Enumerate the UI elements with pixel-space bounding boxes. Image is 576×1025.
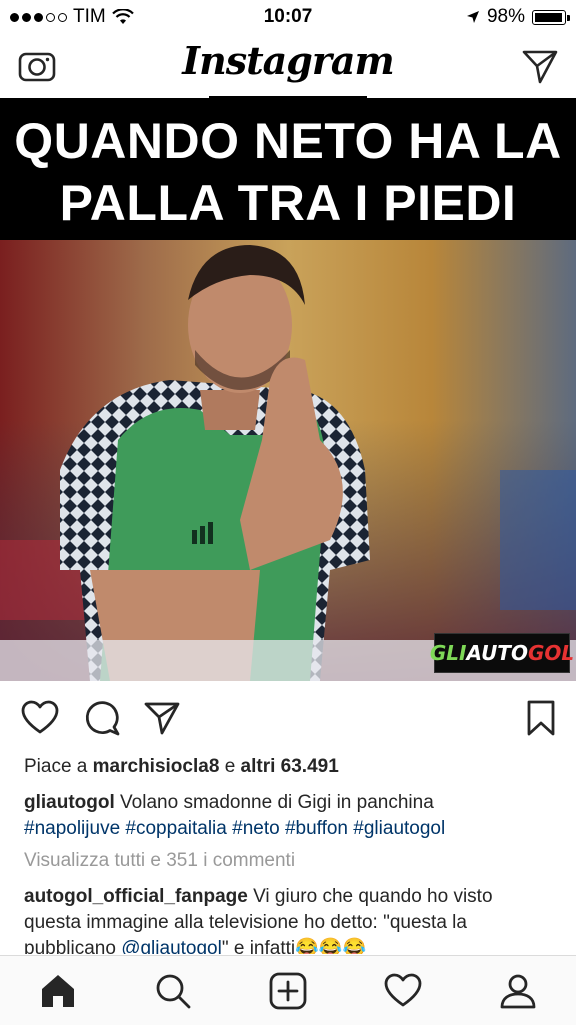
home-icon[interactable]	[39, 972, 77, 1010]
likes-summary: Piace a marchisiocla8 e altri 63.491	[24, 756, 339, 778]
post-image[interactable]: QUANDO NETO HA LA PALLA TRA I PIEDI GLI …	[0, 98, 576, 681]
likes-user-link[interactable]: marchisiocla8	[93, 756, 220, 777]
search-icon[interactable]	[154, 972, 192, 1010]
post-actions	[0, 695, 576, 741]
watermark-gol: GOL	[527, 641, 575, 665]
caption-username[interactable]: gliautogol	[24, 792, 115, 813]
hashtag-link[interactable]: #buffon	[285, 818, 348, 839]
profile-icon[interactable]	[499, 972, 537, 1010]
direct-message-icon[interactable]	[520, 46, 560, 86]
meme-caption-band: QUANDO NETO HA LA PALLA TRA I PIEDI	[0, 98, 576, 240]
watermark-gli: GLI	[429, 641, 467, 665]
likes-count-link[interactable]: altri 63.491	[241, 756, 339, 777]
bookmark-icon[interactable]	[522, 699, 560, 737]
hashtag-link[interactable]: #napolijuve	[24, 818, 120, 839]
status-right: 98%	[466, 6, 570, 28]
goalkeeper-photo	[0, 240, 576, 681]
likes-prefix: Piace a	[24, 756, 88, 777]
caption-text: Volano smadonne di Gigi in panchina	[120, 792, 434, 813]
battery-percent: 98%	[486, 6, 525, 27]
comment-username[interactable]: autogol_official_fanpage	[24, 886, 248, 907]
heart-icon[interactable]	[21, 699, 59, 737]
meme-text-line-1: QUANDO NETO HA LA	[14, 113, 562, 169]
watermark-logo: GLI AUTO GOL	[430, 633, 574, 673]
comment-icon[interactable]	[83, 699, 121, 737]
battery-icon	[532, 9, 570, 25]
post-caption: gliautogol Volano smadonne di Gigi in pa…	[24, 790, 554, 842]
view-all-comments-link[interactable]: Visualizza tutti e 351 i commenti	[24, 850, 295, 872]
status-bar: TIM 10:07 98%	[0, 0, 576, 32]
meme-text: QUANDO NETO HA LA PALLA TRA I PIEDI	[0, 110, 576, 234]
add-post-icon[interactable]	[269, 972, 307, 1010]
hashtag-link[interactable]: #gliautogol	[353, 818, 445, 839]
battery-fill	[535, 12, 563, 22]
activity-icon[interactable]	[384, 972, 422, 1010]
watermark-auto: AUTO	[466, 641, 528, 665]
tab-bar	[0, 955, 576, 1025]
hashtag-link[interactable]: #coppaitalia	[125, 818, 226, 839]
meme-text-line-2: PALLA TRA I PIEDI	[59, 175, 517, 231]
likes-conj: e	[224, 756, 236, 777]
comment-mention[interactable]: @gliautogol	[121, 938, 222, 954]
app-title: Instagram	[182, 38, 394, 83]
location-arrow-icon	[466, 11, 479, 23]
comment-text-end: " e infatti😂😂😂	[221, 938, 367, 954]
share-icon[interactable]	[143, 699, 181, 737]
hashtag-link[interactable]: #neto	[232, 818, 280, 839]
app-header: Instagram	[0, 32, 576, 99]
comment: autogol_official_fanpage Vi giuro che qu…	[24, 884, 554, 954]
